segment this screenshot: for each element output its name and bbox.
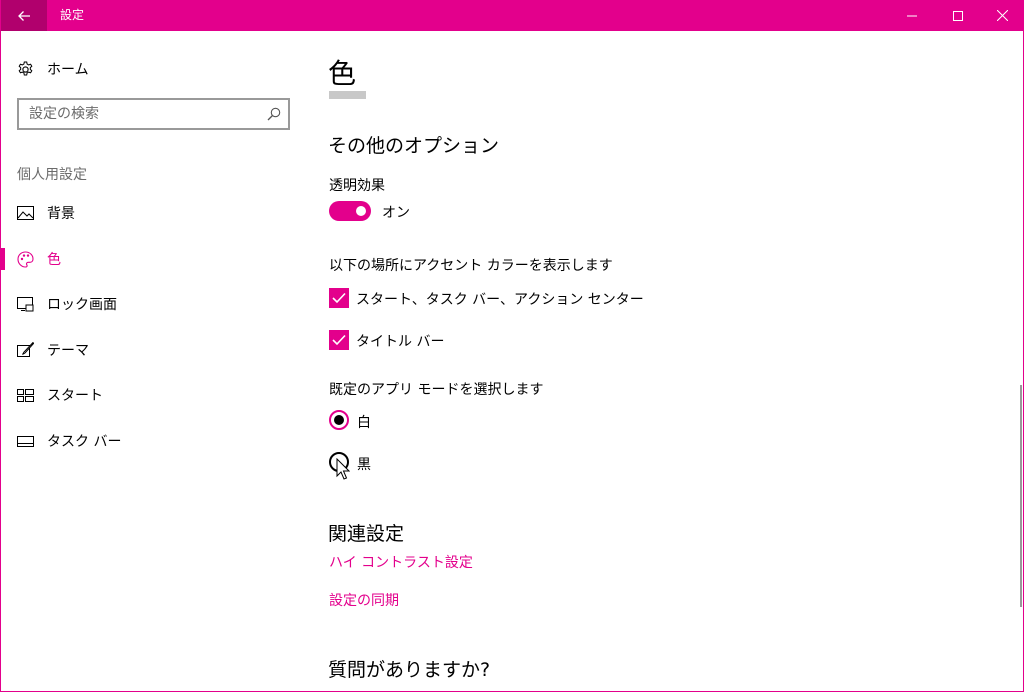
start-tiles-icon (16, 386, 34, 404)
section-label-personalization: 個人用設定 (17, 167, 87, 183)
sidebar-item-label: 色 (47, 252, 61, 268)
taskbar-icon (16, 432, 34, 450)
mouse-cursor-icon (336, 458, 350, 480)
picture-icon (16, 204, 34, 222)
sidebar-item-colors[interactable]: 色 (1, 239, 301, 279)
checkbox-label: スタート、タスク バー、アクション センター (356, 292, 644, 308)
sidebar-item-start[interactable]: スタート (1, 375, 301, 415)
sidebar-item-themes[interactable]: テーマ (1, 330, 301, 370)
window-title: 設定 (60, 8, 85, 22)
sidebar-item-background[interactable]: 背景 (1, 193, 301, 233)
lock-screen-icon (16, 295, 34, 313)
search-input[interactable]: 設定の検索 (17, 98, 290, 130)
close-icon (996, 10, 1008, 21)
settings-window: 設定 ホーム 設定の検索 個人用設定 背景 色 ロック画面 テーマ スタート タ… (0, 0, 1024, 692)
checkmark-icon (332, 292, 346, 304)
search-placeholder: 設定の検索 (29, 106, 99, 122)
checkbox-label: タイトル バー (356, 334, 445, 350)
back-arrow-icon (18, 10, 30, 21)
maximize-button[interactable] (935, 0, 981, 31)
accent-surfaces-label: 以下の場所にアクセント カラーを表示します (329, 258, 613, 274)
scrollbar-thumb[interactable] (1020, 385, 1022, 607)
sidebar-item-label: 背景 (47, 206, 75, 222)
palette-icon (16, 250, 34, 268)
accent-color-swatch[interactable] (329, 91, 366, 99)
high-contrast-settings-link[interactable]: ハイ コントラスト設定 (329, 552, 473, 572)
radio-label: 白 (357, 415, 371, 431)
sidebar-item-label: ホーム (47, 62, 89, 78)
title-bar: 設定 (1, 0, 1023, 31)
checkbox-start-taskbar-action-center[interactable] (329, 288, 349, 308)
toggle-knob (356, 206, 366, 216)
transparency-state: オン (382, 205, 410, 221)
search-icon[interactable] (266, 106, 282, 122)
radio-light[interactable] (329, 410, 349, 430)
sidebar-item-label: タスク バー (47, 434, 122, 450)
radio-label: 黒 (357, 457, 371, 473)
related-settings-heading: 関連設定 (328, 523, 405, 545)
checkbox-title-bar[interactable] (329, 330, 349, 350)
gear-icon (16, 60, 34, 78)
questions-heading: 質問がありますか? (328, 659, 491, 681)
sidebar-item-label: テーマ (47, 343, 89, 359)
back-button[interactable] (1, 0, 47, 31)
sync-settings-link[interactable]: 設定の同期 (329, 590, 399, 610)
sidebar-item-lock-screen[interactable]: ロック画面 (1, 284, 301, 324)
sidebar-item-taskbar[interactable]: タスク バー (1, 421, 301, 461)
transparency-label: 透明効果 (329, 178, 385, 194)
theme-brush-icon (16, 341, 34, 359)
app-mode-label: 既定のアプリ モードを選択します (329, 382, 544, 398)
sidebar-item-home[interactable]: ホーム (1, 49, 301, 89)
sidebar-item-label: ロック画面 (47, 297, 117, 313)
page-title: 色 (328, 57, 357, 90)
more-options-heading: その他のオプション (328, 135, 500, 157)
minimize-button[interactable] (889, 0, 935, 31)
close-button[interactable] (979, 0, 1023, 31)
help-link-cutoff[interactable] (329, 686, 401, 691)
checkmark-icon (332, 334, 346, 346)
transparency-toggle[interactable] (329, 201, 371, 221)
sidebar-item-label: スタート (47, 388, 103, 404)
maximize-icon (953, 10, 963, 21)
minimize-icon (907, 15, 917, 16)
radio-dot (334, 415, 344, 425)
